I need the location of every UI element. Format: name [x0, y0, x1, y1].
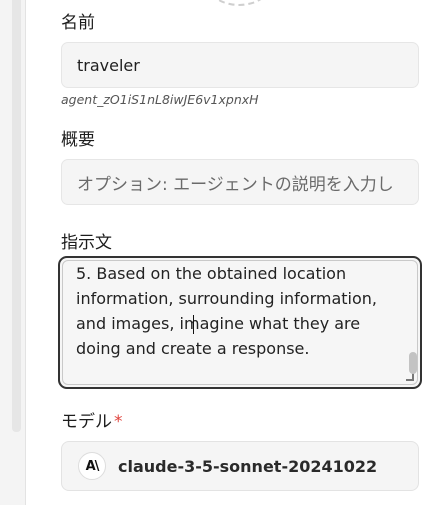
scrollbar-thumb[interactable]	[12, 0, 21, 432]
summary-input[interactable]: オプション: エージェントの説明を入力し	[61, 159, 419, 205]
required-mark: *	[114, 412, 123, 432]
agent-id-text: agent_zO1iS1nL8iwJE6v1xpnxH	[61, 92, 259, 107]
instructions-text: 5. Based on the obtained location inform…	[76, 264, 377, 358]
text-caret	[193, 315, 194, 334]
model-label-text: モデル	[61, 412, 112, 432]
anthropic-logo-icon: A\	[78, 452, 106, 480]
name-label: 名前	[61, 13, 95, 33]
model-name: claude-3-5-sonnet-20241022	[118, 456, 378, 476]
instructions-textarea[interactable]: 5. Based on the obtained location inform…	[58, 256, 422, 389]
resize-handle-icon[interactable]	[406, 373, 414, 381]
left-scroll-rail	[0, 0, 26, 505]
textarea-scrollbar-thumb[interactable]	[409, 352, 417, 374]
name-input[interactable]: traveler	[61, 42, 419, 88]
avatar-upload[interactable]	[206, 0, 272, 6]
model-label: モデル *	[61, 407, 123, 432]
instructions-label: 指示文	[61, 233, 112, 253]
summary-label: 概要	[61, 130, 95, 150]
agent-editor-panel: 名前 traveler agent_zO1iS1nL8iwJE6v1xpnxH …	[0, 0, 444, 505]
model-select[interactable]: A\ claude-3-5-sonnet-20241022	[61, 441, 419, 491]
